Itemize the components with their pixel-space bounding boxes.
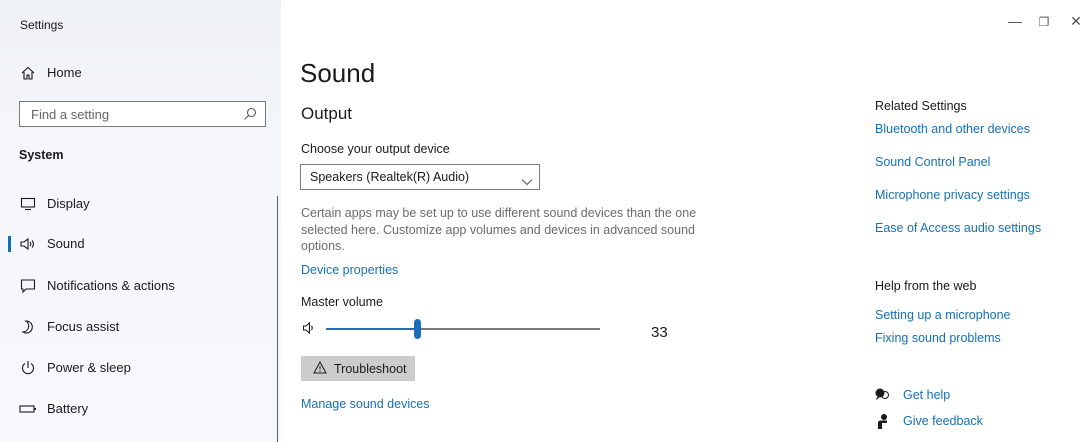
restore-button[interactable]: ❐	[1034, 15, 1054, 29]
home-icon	[18, 56, 38, 90]
volume-icon[interactable]	[302, 321, 318, 340]
troubleshoot-label: Troubleshoot	[334, 362, 407, 376]
minimize-button[interactable]: —	[1005, 13, 1025, 29]
chevron-down-icon	[521, 173, 533, 191]
sidebar-item-label: Power & sleep	[47, 360, 131, 375]
give-feedback-link[interactable]: Give feedback	[903, 414, 983, 428]
warning-icon	[313, 360, 327, 377]
moon-icon	[18, 310, 38, 344]
search-input[interactable]	[20, 102, 246, 126]
close-button[interactable]: ✕	[1066, 13, 1086, 30]
manage-sound-devices-link[interactable]: Manage sound devices	[301, 397, 430, 411]
sidebar-item-power-sleep[interactable]: Power & sleep	[0, 351, 280, 385]
sidebar-item-label: Notifications & actions	[47, 278, 175, 293]
volume-value: 33	[651, 324, 668, 341]
notification-icon	[18, 269, 38, 303]
volume-slider-fill	[326, 328, 418, 330]
section-heading: System	[19, 148, 64, 162]
volume-slider-thumb[interactable]	[414, 319, 421, 339]
sidebar-item-display[interactable]: Display	[0, 187, 280, 221]
battery-icon	[18, 392, 38, 426]
output-description: Certain apps may be set up to use differ…	[301, 206, 697, 253]
get-help-link[interactable]: Get help	[903, 388, 950, 402]
related-link-ease-of-access-audio[interactable]: Ease of Access audio settings	[875, 221, 1041, 235]
related-settings-heading: Related Settings	[875, 99, 967, 113]
help-link-sound-problems[interactable]: Fixing sound problems	[875, 331, 1001, 345]
master-volume-label: Master volume	[301, 295, 383, 309]
page-title: Sound	[300, 58, 376, 88]
help-link-microphone[interactable]: Setting up a microphone	[875, 308, 1011, 322]
output-device-select[interactable]: Speakers (Realtek(R) Audio)	[300, 164, 540, 190]
power-icon	[18, 351, 38, 385]
feedback-icon[interactable]	[875, 413, 889, 434]
output-heading: Output	[301, 104, 353, 123]
help-heading: Help from the web	[875, 279, 977, 293]
device-properties-link[interactable]: Device properties	[301, 263, 398, 277]
sidebar-item-label: Focus assist	[47, 319, 120, 334]
related-link-microphone-privacy[interactable]: Microphone privacy settings	[875, 188, 1030, 202]
sidebar-item-home[interactable]: Home	[0, 56, 280, 90]
output-device-value: Speakers (Realtek(R) Audio)	[310, 170, 470, 184]
search-icon[interactable]	[243, 107, 257, 121]
volume-slider-track[interactable]	[418, 328, 600, 330]
troubleshoot-button[interactable]: Troubleshoot	[301, 356, 415, 381]
window-title: Settings	[20, 18, 64, 32]
sidebar-item-focus-assist[interactable]: Focus assist	[0, 310, 280, 344]
sidebar-item-sound[interactable]: Sound	[0, 227, 280, 261]
speaker-icon	[18, 227, 38, 261]
output-device-label: Choose your output device	[301, 142, 450, 156]
get-help-icon[interactable]	[874, 387, 890, 406]
search-field[interactable]	[19, 101, 266, 127]
related-link-sound-control-panel[interactable]: Sound Control Panel	[875, 155, 990, 169]
sidebar-scrollbar[interactable]	[277, 196, 278, 442]
sidebar-item-label: Home	[47, 65, 82, 80]
sidebar-item-notifications[interactable]: Notifications & actions	[0, 269, 280, 303]
related-link-bluetooth[interactable]: Bluetooth and other devices	[875, 122, 1030, 136]
monitor-icon	[18, 187, 38, 221]
sidebar-item-battery[interactable]: Battery	[0, 392, 280, 426]
sidebar-item-label: Sound	[47, 236, 85, 251]
sidebar-item-label: Display	[47, 196, 90, 211]
sidebar-item-label: Battery	[47, 401, 89, 416]
